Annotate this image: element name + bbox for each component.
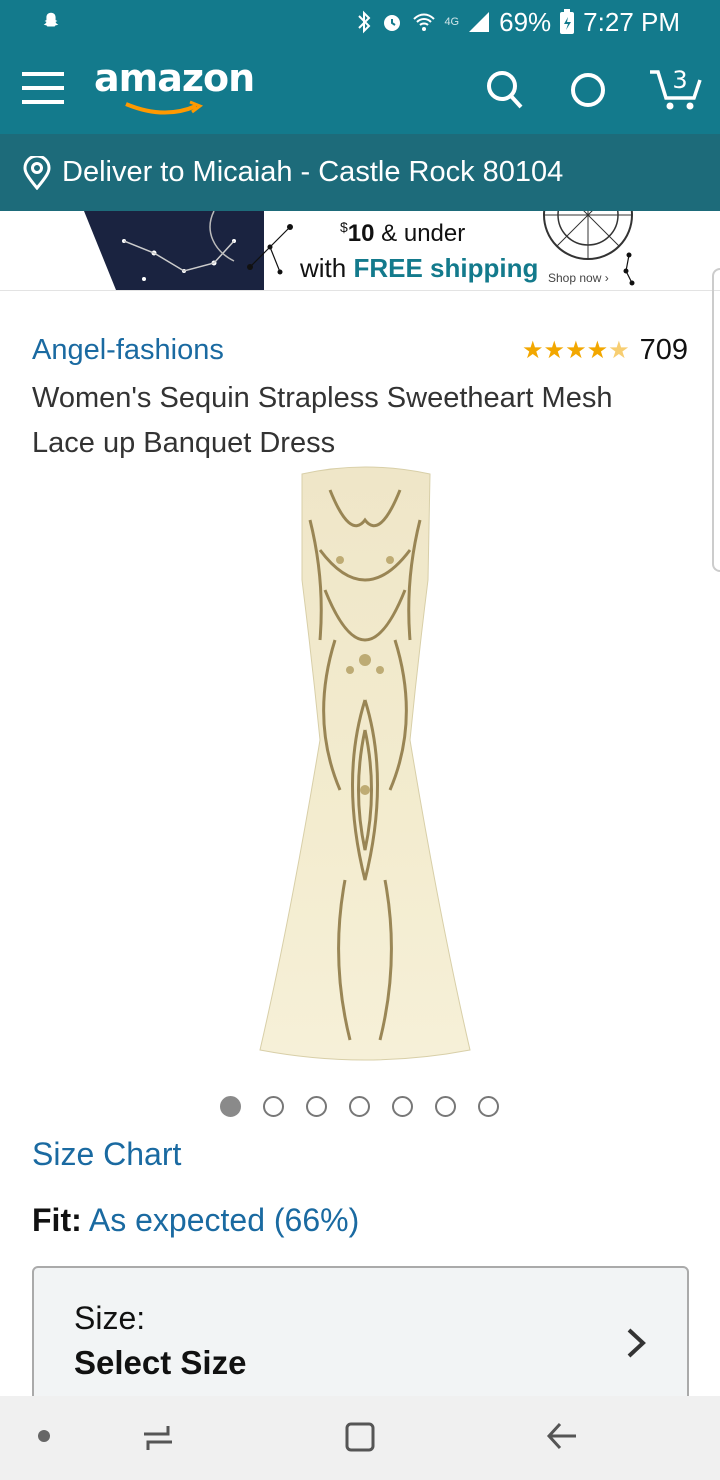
- size-value: Select Size: [74, 1344, 247, 1381]
- carousel-dot[interactable]: [306, 1096, 327, 1117]
- search-icon[interactable]: [484, 66, 524, 110]
- scroll-indicator: [712, 268, 720, 572]
- star-icon: ★: [543, 336, 566, 364]
- rating-stars: ★ ★ ★ ★ ★: [522, 336, 630, 364]
- amazon-smile-icon: [125, 100, 204, 115]
- system-nav-bar: [0, 1396, 720, 1480]
- carousel-dot[interactable]: [220, 1096, 241, 1117]
- star-icon: ★: [565, 336, 587, 364]
- rating-count: 709: [639, 334, 688, 366]
- size-selector[interactable]: Size: Select Size: [32, 1266, 689, 1416]
- amazon-logo[interactable]: amazon: [94, 56, 255, 116]
- carousel-dot[interactable]: [435, 1096, 456, 1117]
- fit-label: Fit:: [32, 1202, 82, 1238]
- signal-icon: [469, 12, 490, 32]
- deliver-to-text: Deliver to Micaiah - Castle Rock 80104: [62, 156, 564, 188]
- product-image[interactable]: [250, 460, 480, 1080]
- cart-icon[interactable]: 3: [648, 58, 704, 112]
- image-carousel-dots: [220, 1096, 499, 1117]
- fit-value-link[interactable]: As expected (66%): [89, 1202, 359, 1238]
- cart-count: 3: [672, 66, 687, 94]
- constellation-necklace-image: [84, 211, 264, 290]
- carousel-dot[interactable]: [478, 1096, 499, 1117]
- star-icon: ★: [522, 336, 544, 364]
- star-icon: ★: [586, 336, 609, 364]
- network-type: 4G: [444, 16, 460, 28]
- back-icon[interactable]: [546, 1418, 578, 1454]
- recent-apps-icon[interactable]: [140, 1420, 176, 1456]
- alexa-icon[interactable]: [568, 70, 608, 110]
- product-title: Women's Sequin Strapless Sweetheart Mesh…: [32, 382, 613, 459]
- star-cluster-icon: [623, 252, 635, 286]
- size-chart-link[interactable]: Size Chart: [32, 1136, 181, 1173]
- location-pin-icon: [23, 155, 51, 190]
- shop-now-link[interactable]: Shop now ›: [548, 271, 609, 285]
- clock: 7:27 PM: [583, 6, 680, 37]
- half-star-icon: ★: [608, 336, 630, 364]
- nav-dot-icon[interactable]: [38, 1430, 50, 1442]
- home-icon[interactable]: [344, 1420, 376, 1454]
- brand-link[interactable]: Angel-fashions: [32, 334, 224, 367]
- fit-info: Fit: As expected (66%): [32, 1202, 359, 1239]
- deliver-to-bar[interactable]: Deliver to Micaiah - Castle Rock 80104: [0, 134, 720, 211]
- app-header: amazon 3: [0, 44, 720, 134]
- banner-price: $10 & under: [340, 219, 466, 247]
- status-icons: 4G 69% 7:27 PM: [356, 6, 680, 38]
- battery-percent: 69%: [499, 6, 552, 37]
- ad-banner[interactable]: $10 & under with FREE shipping Shop now …: [0, 211, 720, 291]
- banner-shipping: with FREE shipping: [300, 253, 539, 283]
- carousel-dot[interactable]: [263, 1096, 284, 1117]
- chevron-right-icon: [627, 1328, 646, 1358]
- size-label: Size:: [74, 1300, 146, 1336]
- bluetooth-icon: [358, 10, 371, 34]
- status-bar: 4G 69% 7:27 PM: [0, 0, 720, 44]
- hamburger-menu-icon[interactable]: [22, 70, 64, 106]
- rating[interactable]: ★ ★ ★ ★ ★ 709: [522, 334, 688, 367]
- snapchat-icon: [43, 12, 59, 27]
- battery-icon: [560, 9, 575, 34]
- carousel-dot[interactable]: [392, 1096, 413, 1117]
- wifi-icon: [413, 13, 436, 31]
- carousel-dot[interactable]: [349, 1096, 370, 1117]
- alarm-icon: [384, 15, 401, 31]
